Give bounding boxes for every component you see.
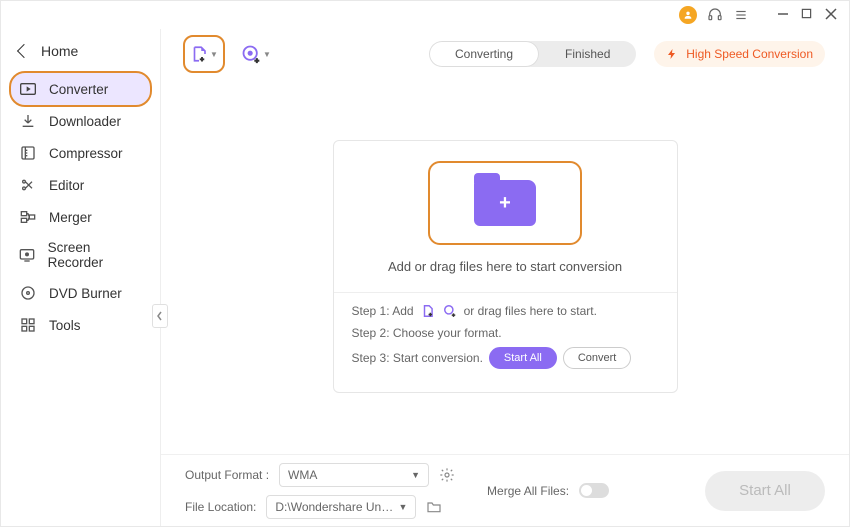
dvd-burner-icon — [19, 284, 37, 302]
drop-zone[interactable]: + — [430, 163, 580, 243]
chevron-down-icon: ▼ — [411, 470, 420, 480]
start-all-footer-button[interactable]: Start All — [705, 471, 825, 511]
step1-suffix: or drag files here to start. — [464, 304, 597, 318]
chevron-down-icon: ▼ — [263, 50, 271, 59]
steps: Step 1: Add or drag files here to start.… — [346, 303, 665, 369]
sidebar-item-label: Tools — [49, 318, 81, 333]
sidebar-item-merger[interactable]: Merger — [1, 201, 160, 233]
close-icon[interactable] — [825, 8, 839, 22]
hamburger-icon[interactable] — [733, 7, 749, 23]
step-2: Step 2: Choose your format. — [352, 326, 659, 340]
output-format-select[interactable]: WMA ▼ — [279, 463, 429, 487]
file-location-label: File Location: — [185, 500, 256, 514]
toolbar: ▼ ▼ Converting Finished High Speed Conve… — [161, 29, 849, 79]
file-location-value: D:\Wondershare UniConverter 1 — [275, 500, 395, 514]
add-dvd-icon — [442, 303, 458, 319]
footer: Output Format : WMA ▼ File Location: D:\… — [161, 454, 849, 526]
app-window: Home Converter Downloader Compressor Edi… — [0, 0, 850, 527]
chevron-down-icon: ▼ — [210, 50, 218, 59]
sidebar-item-compressor[interactable]: Compressor — [1, 137, 160, 169]
sidebar-item-label: DVD Burner — [49, 286, 122, 301]
sidebar-item-label: Editor — [49, 178, 84, 193]
convert-button[interactable]: Convert — [563, 347, 632, 369]
editor-icon — [19, 176, 37, 194]
body: Home Converter Downloader Compressor Edi… — [1, 29, 849, 526]
sidebar-item-downloader[interactable]: Downloader — [1, 105, 160, 137]
sidebar-item-label: Downloader — [49, 114, 121, 129]
tab-switch: Converting Finished — [429, 41, 636, 67]
high-speed-conversion-badge[interactable]: High Speed Conversion — [654, 41, 825, 67]
output-format-label: Output Format : — [185, 468, 269, 482]
sidebar-item-label: Screen Recorder — [48, 240, 142, 270]
drop-card: + Add or drag files here to start conver… — [333, 140, 678, 393]
bolt-icon — [666, 48, 678, 60]
compressor-icon — [19, 144, 37, 162]
home-nav[interactable]: Home — [1, 37, 160, 73]
step1-prefix: Step 1: Add — [352, 304, 414, 318]
drop-area: + Add or drag files here to start conver… — [161, 79, 849, 454]
chevron-down-icon: ▼ — [398, 502, 407, 512]
file-location-select[interactable]: D:\Wondershare UniConverter 1 ▼ — [266, 495, 416, 519]
home-label: Home — [41, 43, 78, 59]
sidebar-item-label: Merger — [49, 210, 92, 225]
add-file-button[interactable]: ▼ — [185, 37, 223, 71]
user-avatar-icon[interactable] — [679, 6, 697, 24]
downloader-icon — [19, 112, 37, 130]
tools-icon — [19, 316, 37, 334]
merge-toggle[interactable] — [579, 483, 609, 498]
add-dvd-button[interactable]: ▼ — [237, 37, 275, 71]
step-3: Step 3: Start conversion. Start All Conv… — [352, 347, 659, 369]
tab-finished[interactable]: Finished — [539, 41, 636, 67]
chevron-left-icon — [17, 44, 31, 58]
sidebar-item-label: Compressor — [49, 146, 123, 161]
main-panel: ▼ ▼ Converting Finished High Speed Conve… — [161, 29, 849, 526]
sidebar: Home Converter Downloader Compressor Edi… — [1, 29, 161, 526]
screen-recorder-icon — [19, 246, 36, 264]
merger-icon — [19, 208, 37, 226]
merge-label: Merge All Files: — [487, 484, 569, 498]
start-all-button[interactable]: Start All — [489, 347, 557, 369]
sidebar-item-converter[interactable]: Converter — [11, 73, 150, 105]
sidebar-item-tools[interactable]: Tools — [1, 309, 160, 341]
sidebar-item-dvd-burner[interactable]: DVD Burner — [1, 277, 160, 309]
headset-icon[interactable] — [707, 7, 723, 23]
sidebar-collapse-button[interactable] — [152, 304, 168, 328]
hsc-label: High Speed Conversion — [686, 47, 813, 61]
sidebar-item-editor[interactable]: Editor — [1, 169, 160, 201]
sidebar-item-screen-recorder[interactable]: Screen Recorder — [1, 233, 160, 277]
output-format-value: WMA — [288, 468, 317, 482]
step-1: Step 1: Add or drag files here to start. — [352, 303, 659, 319]
open-folder-icon[interactable] — [426, 499, 442, 515]
add-file-icon — [420, 303, 436, 319]
folder-plus-icon: + — [474, 180, 536, 226]
drop-caption: Add or drag files here to start conversi… — [346, 259, 665, 274]
sidebar-item-label: Converter — [49, 82, 108, 97]
step3-text: Step 3: Start conversion. — [352, 351, 483, 365]
converter-icon — [19, 80, 37, 98]
minimize-icon[interactable] — [777, 8, 791, 22]
maximize-icon[interactable] — [801, 8, 815, 22]
tab-converting[interactable]: Converting — [429, 41, 539, 67]
settings-icon[interactable] — [439, 467, 455, 483]
titlebar — [1, 1, 849, 29]
